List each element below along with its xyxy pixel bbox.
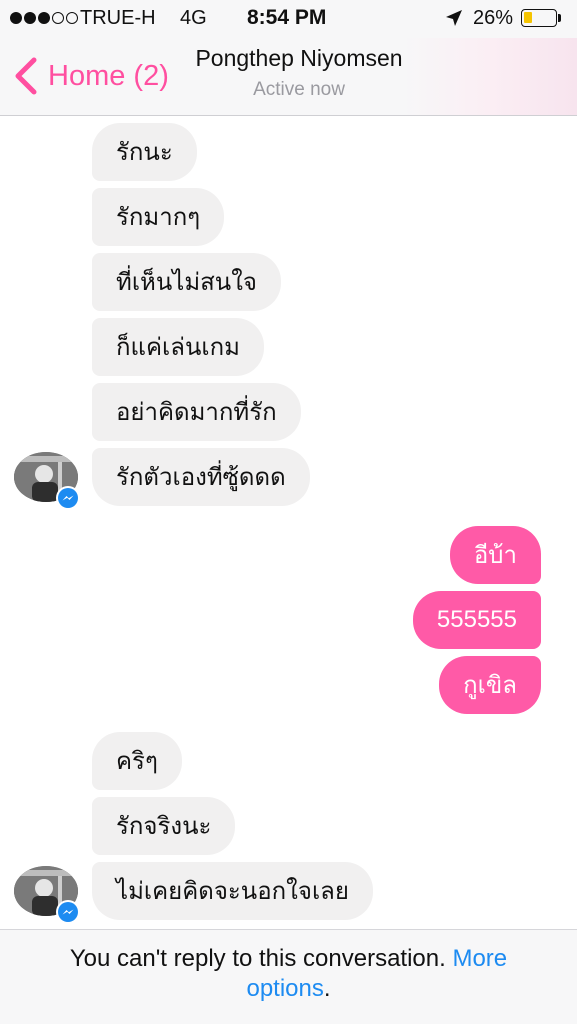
messenger-badge <box>56 900 80 924</box>
location-arrow-icon <box>446 10 462 26</box>
incoming-message[interactable]: คริๆ <box>92 732 182 790</box>
incoming-message[interactable]: อย่าคิดมากที่รัก <box>92 383 301 441</box>
back-button-label: Home (2) <box>48 59 169 92</box>
signal-dot <box>24 12 36 24</box>
incoming-message[interactable]: รักมากๆ <box>92 188 225 246</box>
signal-dot-empty <box>52 12 64 24</box>
outgoing-message[interactable]: 555555 <box>412 591 541 649</box>
incoming-message[interactable]: ก็แค่เล่นเกม <box>92 318 264 376</box>
contact-avatar[interactable] <box>14 452 80 510</box>
outgoing-message[interactable]: กูเขิล <box>439 656 541 714</box>
messenger-icon <box>58 488 78 508</box>
status-bar: TRUE-H 4G 8:54 PM 26% <box>0 0 577 38</box>
status-time: 8:54 PM <box>247 6 327 29</box>
message-list[interactable]: รักนะ รักมากๆ ที่เห็นไม่สนใจ ก็แค่เล่นเก… <box>0 116 577 929</box>
notice-suffix: . <box>323 975 331 1002</box>
notice-text: You can't reply to this conversation. <box>69 945 446 972</box>
battery-percent: 26% <box>473 7 514 29</box>
conversation-header: Home (2) Pongthep Niyomsen Active now <box>0 38 577 116</box>
battery-cap <box>558 14 561 22</box>
incoming-message[interactable]: รักนะ <box>92 123 197 181</box>
carrier-name: TRUE-H <box>80 7 156 29</box>
incoming-message[interactable]: ไม่เคยคิดจะนอกใจเลย <box>92 862 373 920</box>
incoming-message[interactable]: รักตัวเองที่ซู้ดดด <box>92 448 310 506</box>
signal-dot-empty <box>66 12 78 24</box>
active-status: Active now <box>253 79 345 100</box>
battery-icon <box>521 9 557 27</box>
contact-avatar[interactable] <box>14 866 80 924</box>
messenger-badge <box>56 486 80 510</box>
incoming-message[interactable]: รักจริงนะ <box>92 797 236 855</box>
contact-name[interactable]: Pongthep Niyomsen <box>170 45 428 72</box>
back-button[interactable]: Home (2) <box>12 56 169 96</box>
reply-disabled-notice: You can't reply to this conversation. Mo… <box>0 929 577 1024</box>
outgoing-message[interactable]: อีบ้า <box>449 526 541 584</box>
messenger-icon <box>58 902 78 922</box>
signal-strength-icon <box>10 12 78 24</box>
network-type: 4G <box>180 7 207 29</box>
signal-dot <box>10 12 22 24</box>
incoming-message[interactable]: ที่เห็นไม่สนใจ <box>92 253 281 311</box>
battery-fill <box>524 12 532 23</box>
signal-dot <box>38 12 50 24</box>
chevron-left-icon <box>15 57 37 95</box>
